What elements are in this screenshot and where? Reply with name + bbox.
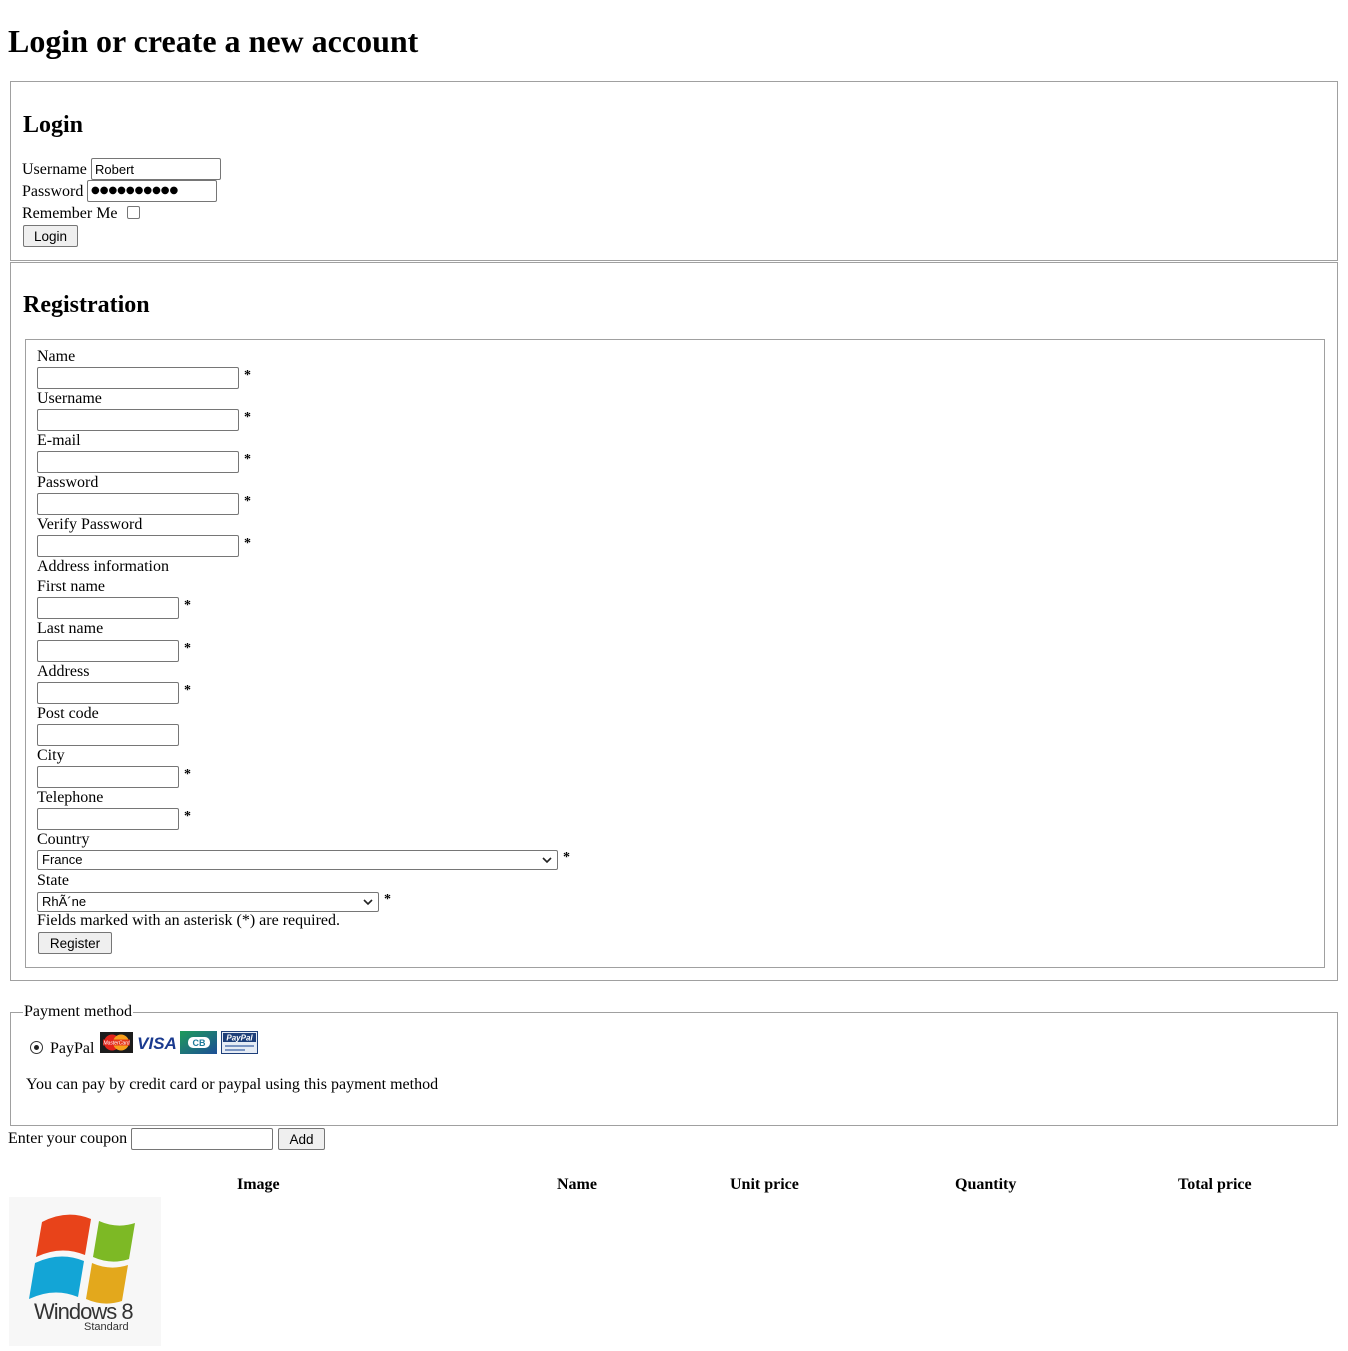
first-name-input[interactable] (37, 597, 179, 619)
cb-icon-text: CB (193, 1038, 206, 1048)
coupon-input[interactable] (131, 1128, 273, 1150)
required-marker: * (184, 809, 191, 824)
cart-header-total-price: Total price (1178, 1176, 1252, 1193)
city-label: City (37, 747, 65, 764)
state-label: State (37, 872, 69, 889)
required-marker: * (184, 683, 191, 698)
last-name-input[interactable] (37, 640, 179, 662)
product-image: Windows 8 Standard (9, 1197, 161, 1346)
verify-password-label: Verify Password (37, 516, 143, 533)
paypal-option-label: PayPal (50, 1040, 95, 1057)
chevron-down-icon (542, 857, 552, 864)
login-button[interactable]: Login (23, 225, 78, 247)
page-title: Login or create a new account (8, 23, 419, 59)
cb-icon: CB (180, 1031, 217, 1054)
remember-me-label: Remember Me (22, 205, 118, 222)
state-select-value: RhÃ´ne (42, 894, 87, 909)
coupon-add-button[interactable]: Add (278, 1128, 325, 1150)
required-marker: * (244, 410, 251, 425)
required-marker: * (184, 641, 191, 656)
payment-method-legend: Payment method (24, 1003, 132, 1020)
post-code-label: Post code (37, 705, 99, 722)
login-password-input[interactable]: ●●●●●●●●●● (87, 180, 217, 202)
last-name-label: Last name (37, 620, 104, 637)
login-password-label: Password (22, 183, 84, 200)
required-marker: * (184, 598, 191, 613)
city-input[interactable] (37, 766, 179, 788)
password-input[interactable] (37, 493, 239, 515)
cart-header-name: Name (557, 1176, 597, 1193)
product-image-subtitle: Standard (84, 1321, 129, 1333)
login-heading: Login (23, 112, 84, 138)
password-label: Password (37, 474, 99, 491)
register-button[interactable]: Register (38, 932, 112, 954)
remember-me-checkbox[interactable] (127, 206, 140, 219)
cart-header-image: Image (237, 1176, 280, 1193)
required-marker: * (244, 452, 251, 467)
telephone-input[interactable] (37, 808, 179, 830)
registration-section: Registration Name * Username * E-mail * … (10, 262, 1338, 981)
address-label: Address (37, 663, 90, 680)
payment-description: You can pay by credit card or paypal usi… (26, 1076, 439, 1093)
required-note: Fields marked with an asterisk (*) are r… (37, 912, 341, 929)
telephone-label: Telephone (37, 789, 104, 806)
state-select[interactable]: RhÃ´ne (37, 892, 379, 912)
username-input[interactable] (37, 409, 239, 431)
cart-header-quantity: Quantity (955, 1176, 1017, 1193)
mastercard-icon: MasterCard (100, 1032, 133, 1053)
visa-icon-text: VISA (138, 1034, 176, 1053)
post-code-input[interactable] (37, 724, 179, 746)
paypal-icon: PayPal (221, 1031, 258, 1054)
paypal-radio[interactable] (30, 1041, 43, 1054)
verify-password-input[interactable] (37, 535, 239, 557)
country-label: Country (37, 831, 90, 848)
payment-method-fieldset: Payment method (10, 1003, 1338, 1126)
chevron-down-icon (363, 899, 373, 906)
username-label: Username (37, 390, 102, 407)
name-label: Name (37, 348, 76, 365)
email-input[interactable] (37, 451, 239, 473)
login-username-input[interactable] (91, 158, 221, 180)
address-info-heading: Address information (37, 558, 169, 575)
country-select[interactable]: France (37, 850, 558, 870)
mastercard-icon-text: MasterCard (103, 1041, 129, 1047)
required-marker: * (244, 536, 251, 551)
registration-form: Name * Username * E-mail * Password * Ve… (25, 339, 1325, 968)
required-marker: * (563, 850, 570, 865)
country-select-value: France (42, 852, 83, 867)
email-label: E-mail (37, 432, 81, 449)
paypal-icon-text: PayPal (226, 1034, 253, 1043)
required-marker: * (184, 767, 191, 782)
coupon-label: Enter your coupon (8, 1130, 128, 1147)
required-marker: * (244, 368, 251, 383)
visa-icon: VISA (138, 1032, 176, 1053)
required-marker: * (384, 892, 391, 907)
registration-heading: Registration (23, 292, 150, 318)
name-input[interactable] (37, 367, 239, 389)
login-section: Login Username Password ●●●●●●●●●● Remem… (10, 81, 1338, 261)
address-input[interactable] (37, 682, 179, 704)
first-name-label: First name (37, 578, 105, 595)
required-marker: * (244, 494, 251, 509)
cart-header-unit-price: Unit price (730, 1176, 799, 1193)
login-username-label: Username (22, 161, 87, 178)
